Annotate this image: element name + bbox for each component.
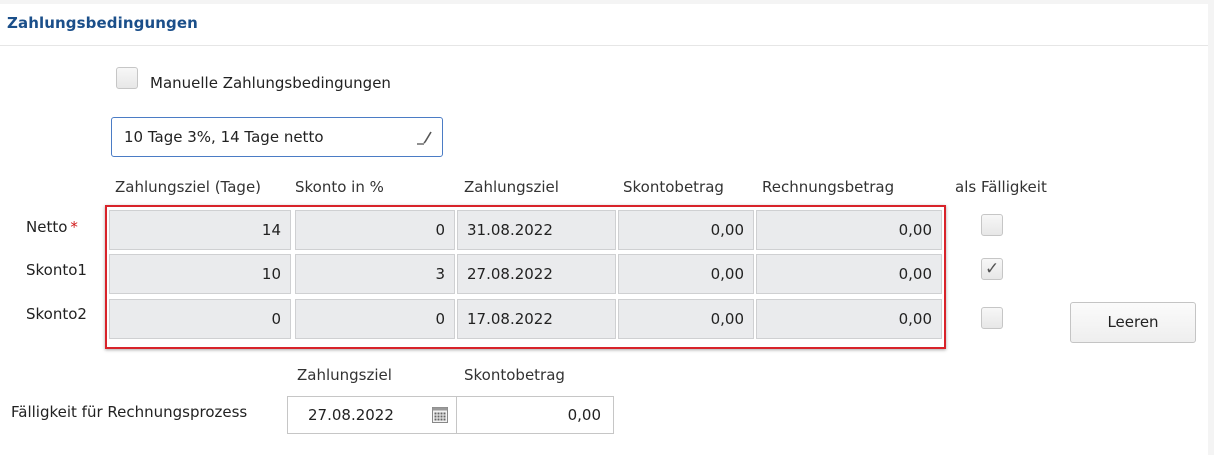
faelligkeit-label: Fälligkeit für Rechnungsprozess <box>11 403 248 421</box>
cell-rechnungsbetrag[interactable]: 0,00 <box>756 254 942 294</box>
cell-zahlungsziel[interactable]: 27.08.2022 <box>457 254 616 294</box>
payment-terms-select[interactable]: 10 Tage 3%, 14 Tage netto <box>111 117 443 157</box>
cell-skonto[interactable]: 3 <box>295 254 455 294</box>
payment-terms-table: 14 0 31.08.2022 0,00 0,00 10 3 27.08.202… <box>105 205 946 349</box>
pencil-icon[interactable] <box>415 128 433 146</box>
cell-rechnungsbetrag[interactable]: 0,00 <box>756 299 942 339</box>
header-skontobetrag: Skontobetrag <box>623 178 724 196</box>
faelligkeit-checkbox-skonto2[interactable] <box>981 307 1003 329</box>
cell-tage[interactable]: 0 <box>109 299 291 339</box>
faelligkeit-date-value: 27.08.2022 <box>308 406 394 424</box>
cell-tage[interactable]: 14 <box>109 210 291 250</box>
cell-skontobetrag[interactable]: 0,00 <box>618 210 754 250</box>
header-zahlungsziel: Zahlungsziel <box>464 178 559 196</box>
checkmark-icon: ✓ <box>985 259 1000 279</box>
cell-tage[interactable]: 10 <box>109 254 291 294</box>
cell-zahlungsziel[interactable]: 17.08.2022 <box>457 299 616 339</box>
clear-button[interactable]: Leeren <box>1070 302 1196 343</box>
cell-skonto[interactable]: 0 <box>295 210 455 250</box>
faelligkeit-date-field[interactable]: 27.08.2022 <box>287 396 457 434</box>
row-label-skonto2: Skonto2 <box>26 305 87 323</box>
row-label-skonto1: Skonto1 <box>26 261 87 279</box>
faelligkeit-checkbox-netto[interactable] <box>981 214 1003 236</box>
header-rechnungsbetrag: Rechnungsbetrag <box>762 178 895 196</box>
cell-skonto[interactable]: 0 <box>295 299 455 339</box>
header-zahlungsziel-tage: Zahlungsziel (Tage) <box>115 178 262 196</box>
cell-skontobetrag[interactable]: 0,00 <box>618 254 754 294</box>
faelligkeit-checkbox-skonto1[interactable]: ✓ <box>981 258 1003 280</box>
payment-terms-panel: Zahlungsbedingungen Manuelle Zahlungsbed… <box>0 0 1214 455</box>
required-marker: * <box>70 218 78 236</box>
header-als-faelligkeit: als Fälligkeit <box>955 178 1047 196</box>
header-bottom-zahlungsziel: Zahlungsziel <box>297 366 392 384</box>
header-skonto-prozent: Skonto in % <box>295 178 384 196</box>
cell-skontobetrag[interactable]: 0,00 <box>618 299 754 339</box>
payment-terms-value: 10 Tage 3%, 14 Tage netto <box>124 128 324 146</box>
calendar-icon[interactable] <box>432 407 448 423</box>
cell-zahlungsziel[interactable]: 31.08.2022 <box>457 210 616 250</box>
row-label-netto: Netto * <box>26 218 78 236</box>
manual-terms-checkbox[interactable] <box>116 67 138 89</box>
section-title: Zahlungsbedingungen <box>7 14 198 32</box>
faelligkeit-amount-field[interactable]: 0,00 <box>456 396 614 434</box>
header-bottom-skontobetrag: Skontobetrag <box>464 366 565 384</box>
manual-terms-label: Manuelle Zahlungsbedingungen <box>150 74 391 92</box>
cell-rechnungsbetrag[interactable]: 0,00 <box>756 210 942 250</box>
section-divider <box>0 45 1208 46</box>
